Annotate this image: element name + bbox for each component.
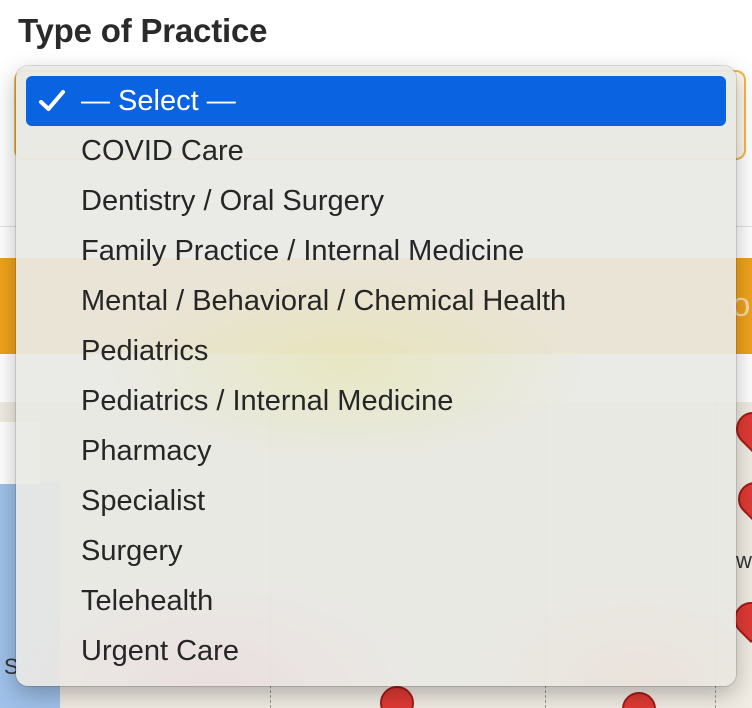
type-of-practice-label: Type of Practice <box>18 12 268 49</box>
map-label: w <box>736 548 752 573</box>
type-of-practice-dropdown-menu[interactable]: — Select — COVID Care Dentistry / Oral Sur… <box>16 66 736 686</box>
option-label: COVID Care <box>81 135 244 167</box>
option-item[interactable]: Family Practice / Internal Medicine <box>26 226 726 276</box>
option-label: — Select — <box>81 85 236 117</box>
option-item[interactable]: Pediatrics / Internal Medicine <box>26 376 726 426</box>
checkmark-icon <box>36 76 68 126</box>
option-label: Telehealth <box>81 585 214 617</box>
map-pin-icon[interactable] <box>614 684 664 708</box>
option-item[interactable]: Urgent Care <box>26 626 726 676</box>
option-item[interactable]: Mental / Behavioral / Chemical Health <box>26 276 726 326</box>
option-selected[interactable]: — Select — <box>26 76 726 126</box>
option-item[interactable]: Pharmacy <box>26 426 726 476</box>
option-item[interactable]: COVID Care <box>26 126 726 176</box>
option-label: Pediatrics / Internal Medicine <box>81 385 454 417</box>
option-item[interactable]: Telehealth <box>26 576 726 626</box>
option-label: Pharmacy <box>81 435 212 467</box>
option-label: Mental / Behavioral / Chemical Health <box>81 285 567 317</box>
option-label: Specialist <box>81 485 206 517</box>
option-label: Surgery <box>81 535 183 567</box>
option-label: Urgent Care <box>81 635 239 667</box>
option-item[interactable]: Surgery <box>26 526 726 576</box>
option-item[interactable]: Dentistry / Oral Surgery <box>26 176 726 226</box>
option-label: Family Practice / Internal Medicine <box>81 235 525 267</box>
option-item[interactable]: Pediatrics <box>26 326 726 376</box>
option-list: — Select — COVID Care Dentistry / Oral Sur… <box>16 76 736 676</box>
option-item[interactable]: Specialist <box>26 476 726 526</box>
option-label: Dentistry / Oral Surgery <box>81 185 384 217</box>
option-label: Pediatrics <box>81 335 209 367</box>
